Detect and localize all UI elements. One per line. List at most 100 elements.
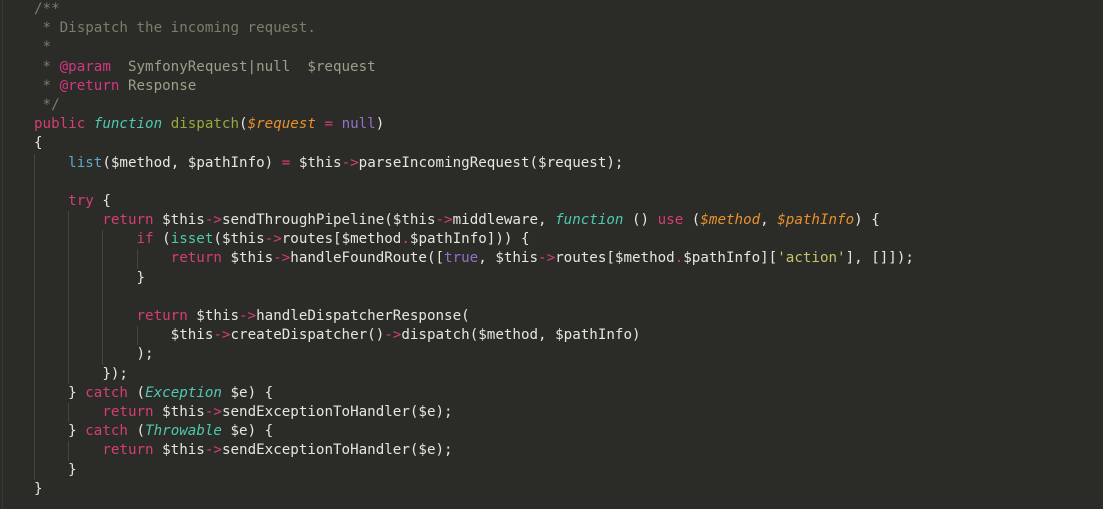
- code-token: /**: [34, 1, 60, 17]
- code-token: middleware: [452, 212, 539, 229]
- code-token: Exception: [145, 384, 222, 401]
- code-token-blank: [34, 500, 43, 509]
- code-line[interactable]: }: [0, 480, 1103, 499]
- code-token: ,: [538, 327, 556, 344]
- code-token: $this: [298, 154, 342, 171]
- code-line[interactable]: return $this->handleFoundRoute([true, $t…: [0, 249, 1103, 269]
- code-token: routes: [281, 231, 334, 248]
- code-token: );: [136, 346, 154, 363]
- code-line[interactable]: */: [0, 96, 1103, 115]
- code-token: $pathInfo: [683, 250, 761, 267]
- code-token: if: [136, 231, 154, 248]
- code-line[interactable]: return $this->sendExceptionToHandler($e)…: [0, 441, 1103, 461]
- code-token: ->: [204, 212, 222, 229]
- code-token: $this: [162, 212, 205, 229]
- code-token: }: [68, 384, 86, 401]
- code-line[interactable]: return $this->sendExceptionToHandler($e)…: [0, 402, 1103, 423]
- code-token: .: [674, 250, 684, 267]
- indent-guide: [68, 287, 70, 307]
- code-line[interactable]: list($method, $pathInfo) = $this->parseI…: [0, 153, 1103, 173]
- code-token: ->: [204, 403, 222, 420]
- code-token: sendExceptionToHandler: [221, 403, 410, 420]
- code-token: $method: [614, 250, 675, 267]
- code-token: public: [34, 116, 86, 133]
- code-token: ) {: [854, 212, 880, 229]
- code-token: ->: [384, 327, 402, 344]
- code-line[interactable]: [0, 172, 1103, 192]
- code-token: $this: [230, 250, 274, 267]
- code-line[interactable]: }: [0, 268, 1103, 288]
- code-line[interactable]: * Dispatch the incoming request.: [0, 19, 1103, 38]
- code-token: $this: [221, 231, 265, 248]
- code-line[interactable]: [0, 499, 1103, 509]
- code-token: $request: [538, 154, 607, 171]
- code-token: ) {: [247, 384, 274, 401]
- code-token: (: [469, 327, 479, 344]
- code-line[interactable]: public function dispatch($request = null…: [0, 115, 1103, 134]
- code-surface[interactable]: /** * Dispatch the incoming request. * *…: [0, 0, 1103, 509]
- code-token: null: [341, 116, 376, 133]
- code-line[interactable]: }: [0, 460, 1103, 480]
- code-token: catch: [85, 423, 128, 440]
- code-line[interactable]: });: [0, 364, 1103, 384]
- code-token: dispatch: [170, 116, 240, 133]
- code-token: $request: [247, 116, 316, 133]
- code-token: $method: [110, 154, 171, 171]
- code-token: return: [170, 250, 222, 267]
- code-token: handleDispatcherResponse: [256, 308, 462, 324]
- code-token: .: [401, 231, 410, 248]
- code-token: *: [34, 39, 52, 56]
- code-line[interactable]: );: [0, 345, 1103, 365]
- code-token: function: [555, 212, 624, 229]
- code-editor-viewport[interactable]: /** * Dispatch the incoming request. * *…: [0, 0, 1103, 509]
- code-token: *: [34, 77, 60, 94]
- code-token: ): [632, 327, 641, 344]
- code-token-blank: [34, 174, 43, 190]
- code-token: (: [127, 423, 146, 440]
- code-line[interactable]: /**: [0, 0, 1103, 19]
- code-token: true: [444, 250, 479, 267]
- code-line[interactable]: * @return Response: [0, 77, 1103, 96]
- code-line[interactable]: $this->createDispatcher()->dispatch($met…: [0, 326, 1103, 346]
- code-token: ,: [538, 212, 556, 229]
- code-token: );: [435, 403, 453, 420]
- code-token: $pathInfo: [777, 212, 855, 229]
- code-token: $this: [170, 327, 214, 344]
- code-token: return: [136, 308, 188, 324]
- code-line[interactable]: {: [0, 134, 1103, 153]
- code-token: ): [375, 116, 385, 133]
- code-line[interactable]: return $this->handleDispatcherResponse(: [0, 307, 1103, 327]
- code-token: $pathInfo: [409, 231, 487, 248]
- code-line[interactable]: if (isset($this->routes[$method.$pathInf…: [0, 230, 1103, 250]
- code-line[interactable]: return $this->sendThroughPipeline($this-…: [0, 211, 1103, 231]
- code-line[interactable]: try {: [0, 191, 1103, 212]
- code-token: $method: [700, 212, 761, 229]
- code-token: $this: [495, 250, 539, 267]
- code-line[interactable]: *: [0, 38, 1103, 57]
- code-token: =: [281, 154, 291, 171]
- code-token: (: [683, 212, 701, 229]
- code-token: return: [102, 442, 154, 459]
- code-token: {: [34, 135, 43, 152]
- code-token: (: [461, 308, 470, 324]
- code-token: parseIncomingRequest: [358, 154, 530, 171]
- code-line[interactable]: } catch (Throwable $e) {: [0, 422, 1103, 442]
- code-token: (: [239, 116, 248, 133]
- code-token: ->: [341, 154, 359, 171]
- code-line[interactable]: } catch (Exception $e) {: [0, 383, 1103, 403]
- code-token: (: [102, 154, 111, 171]
- code-token: (): [623, 212, 658, 229]
- code-token: );: [435, 442, 453, 459]
- code-line[interactable]: * @param SymfonyRequest|null $request: [0, 58, 1103, 77]
- code-token: $method: [341, 231, 402, 248]
- code-token: ->: [239, 308, 257, 324]
- code-line[interactable]: [0, 287, 1103, 307]
- code-token: use: [657, 212, 684, 229]
